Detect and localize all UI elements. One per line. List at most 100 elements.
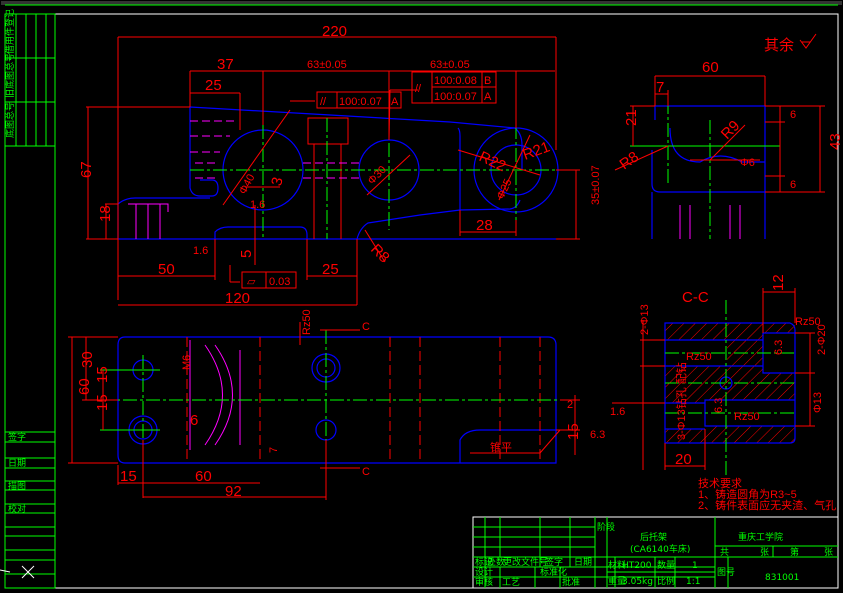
dim-2-phi20: 2-Φ20 [816,324,828,355]
dim-67: 67 [78,161,95,178]
svg-text:阶段: 阶段 [597,521,615,533]
section-mark-c-bottom: C [362,466,370,478]
dim-r22: R22 [476,148,508,175]
front-view[interactable]: 220 37 25 63±0.05 63±0.05 67 18 50 25 12… [78,23,602,307]
dim-7: 7 [656,79,664,96]
left-strip-label: 旧底图总号 [4,53,16,98]
left-strip-label: 描图 [8,480,26,492]
cone-label: 锥平 [490,441,512,454]
left-strip-label: 底图总号 [4,102,16,138]
tolerance-frame-1: // 100:0.07 A [316,91,402,109]
dim-15c: 15 [120,468,137,485]
dim-60b: 60 [195,468,212,485]
title-block: 标记 处数 更改文件号 签字 日期 设计 标准化 审核 工艺 批准 阶段 后托架… [472,516,839,589]
svg-text:张: 张 [824,547,833,558]
svg-text://: // [320,96,327,108]
svg-text:100:0.08: 100:0.08 [434,75,477,87]
roughness-rz50: Rz50 [301,309,313,335]
drawing-number: 831001 [765,573,799,583]
left-strip-label: 借用件登记 [4,9,16,54]
roughness-icon [799,33,817,49]
dim-7: 7 [268,447,280,453]
dim-50: 50 [158,261,175,278]
section-cc[interactable]: C-C 12 Rz50 Rz50 Rz50 2-Φ13 2-Φ20 Φ13 20… [610,274,828,475]
svg-text:2、铸件表面应无夹渣、气孔: 2、铸件表面应无夹渣、气孔 [698,498,836,512]
svg-text:工艺: 工艺 [502,577,520,588]
svg-text:A: A [484,91,492,103]
dim-15a: 15 [94,366,111,383]
dim-5: 5 [238,250,255,258]
dim-6a: 6 [790,109,796,121]
top-view[interactable]: 60 30 15 15 M6 6 15 60 92 7 2 15 Rz50 6.… [68,309,605,500]
svg-text:▱: ▱ [247,276,256,288]
dim-220: 220 [322,23,347,40]
weight-value: 3.05kg [622,577,653,587]
dim-25: 25 [205,77,222,94]
left-strip-label: 签字 [8,431,26,443]
dim-25-bottom: 25 [322,261,339,278]
dim-dia25: Φ25 [495,177,515,201]
tolerance-frame-2: // 100:0.08 B 100:0.07 A [411,71,497,104]
dim-37: 37 [217,56,234,73]
dim-92: 92 [225,483,242,500]
dim-15b: 15 [94,394,111,411]
svg-text:数量: 数量 [657,559,675,571]
dim-r8: R8 [367,241,393,267]
drill-note: 3-Φ13钻孔 配钻 [674,362,688,440]
school-name: 重庆工学院 [738,531,783,543]
dim-20: 20 [675,451,692,468]
left-strip-label: 校对 [8,503,26,515]
dim-pitch-1: 63±0.05 [307,59,347,71]
roughness-6-3: 6.3 [590,429,605,441]
dim-r21: R21 [521,138,553,163]
dim-21: 21 [623,109,640,126]
dim-phi6: Φ6 [740,157,755,169]
svg-text:签字: 签字 [545,556,563,568]
left-strip-label: 日期 [8,458,26,469]
side-view[interactable]: 60 7 R8 R9 43 6 6 21 Φ6 其余 [614,33,843,239]
dim-120: 120 [225,290,250,307]
flatness-frame: ▱ 0.03 [241,271,297,289]
svg-text:批准: 批准 [562,576,580,588]
dim-2-phi13: 2-Φ13 [639,304,651,335]
roughness-1-6: 1.6 [610,406,625,418]
material-value: HT200 [622,561,652,571]
left-strip-table: 借用件登记 旧底图总号 底图总号 签字 日期 描图 校对 [0,9,56,589]
technical-requirements: 技术要求 1、铸造圆角为R3~5 2、铸件表面应无夹渣、气孔 [698,477,836,512]
dim-28: 28 [476,217,493,234]
part-subtitle: (CA6140车床) [630,543,690,555]
roughness-rz50-c: Rz50 [734,411,760,423]
dim-r9: R9 [718,117,744,143]
top-dimensions [68,322,580,500]
roughness-6-3-b: 6.3 [713,398,725,413]
svg-text:更改文件号: 更改文件号 [503,556,548,568]
dim-43: 43 [827,133,843,150]
dim-pitch-2: 63±0.05 [430,59,470,71]
svg-text:0.03: 0.03 [269,276,290,288]
svg-text:B: B [484,75,491,87]
svg-text:1、铸造圆角为R3~5: 1、铸造圆角为R3~5 [698,487,797,501]
svg-text://: // [415,83,422,95]
svg-text:标准化: 标准化 [540,566,567,578]
dim-m6: M6 [181,355,193,370]
dim-15d: 15 [565,423,582,440]
dim-dia30: Φ30 [366,164,389,187]
svg-text:100:0.07: 100:0.07 [339,96,382,108]
roughness-6-3-a: 6.3 [773,340,785,355]
dim-18: 18 [97,205,114,222]
dim-60: 60 [702,59,719,76]
roughness-symbol: 1.6 [250,199,265,211]
dim-30: 30 [79,351,96,368]
dim-60: 60 [76,378,93,395]
dim-6b: 6 [790,179,796,191]
scale-value: 1:1 [686,577,700,587]
dim-35: 35±0.07 [590,165,602,205]
cad-drawing-canvas[interactable]: 借用件登记 旧底图总号 底图总号 签字 日期 描图 校对 220 37 25 6… [0,0,843,593]
section-mark-c-top: C [362,321,370,333]
roughness-symbol: 1.6 [193,245,208,257]
dim-6: 6 [190,412,198,429]
svg-text:A: A [391,96,399,108]
part-name: 后托架 [640,531,667,543]
roughness-rz50-b: Rz50 [686,351,712,363]
svg-text:审核: 审核 [475,576,493,588]
